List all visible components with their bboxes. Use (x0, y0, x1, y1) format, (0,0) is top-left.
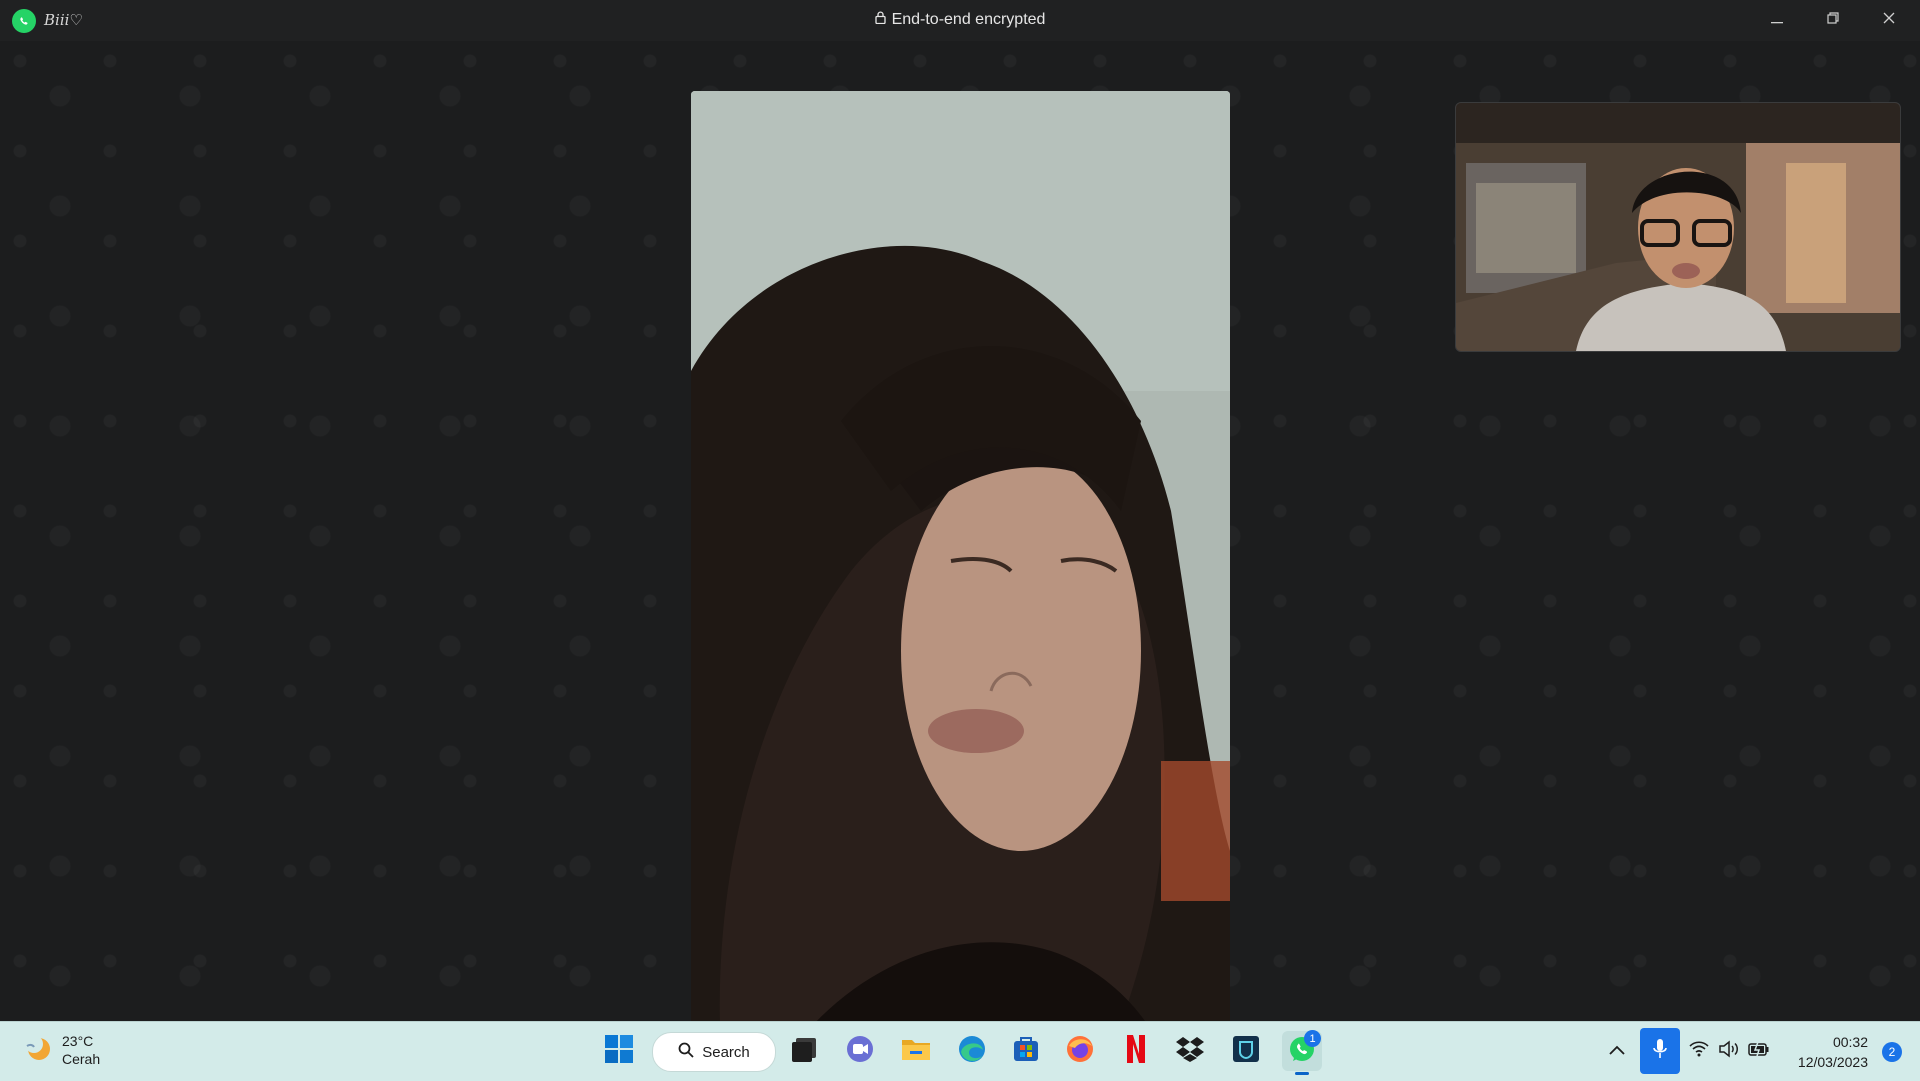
chat-button[interactable] (840, 1031, 880, 1071)
start-button[interactable] (599, 1031, 639, 1071)
battery-button[interactable] (1748, 1022, 1770, 1081)
weather-condition: Cerah (62, 1051, 101, 1067)
windows-start-icon (604, 1034, 634, 1069)
firefox-icon (1065, 1034, 1095, 1069)
restore-button[interactable] (1810, 0, 1856, 40)
remote-video[interactable] (691, 91, 1230, 1051)
microphone-icon (1652, 1037, 1668, 1066)
dropbox-button[interactable] (1170, 1031, 1210, 1071)
speaker-icon (1718, 1040, 1740, 1063)
clock-time: 00:32 (1832, 1034, 1868, 1050)
netflix-button[interactable] (1116, 1031, 1156, 1071)
wifi-icon (1689, 1041, 1709, 1062)
minimize-icon (1771, 11, 1783, 29)
teams-chat-icon (845, 1034, 875, 1069)
weather-moon-icon (24, 1034, 52, 1067)
edge-icon (957, 1034, 987, 1069)
call-stage (0, 41, 1920, 1051)
battery-charging-icon (1748, 1041, 1770, 1062)
whatsapp-unread-badge: 1 (1304, 1030, 1321, 1047)
local-camera-preview (1456, 103, 1900, 351)
clock-date: 12/03/2023 (1797, 1054, 1868, 1070)
task-view-icon (790, 1036, 818, 1067)
edge-button[interactable] (952, 1031, 992, 1071)
network-button[interactable] (1689, 1022, 1709, 1081)
app-button[interactable] (1226, 1031, 1266, 1071)
lock-icon (874, 11, 886, 29)
close-button[interactable] (1866, 0, 1912, 40)
encryption-label: End-to-end encrypted (891, 11, 1046, 28)
search-label: Search (702, 1043, 750, 1061)
minimize-button[interactable] (1754, 0, 1800, 40)
taskbar-search[interactable]: Search (652, 1032, 776, 1072)
weather-temperature: 23°C (62, 1033, 94, 1049)
show-hidden-icons-button[interactable] (1608, 1022, 1626, 1081)
store-button[interactable] (1006, 1031, 1046, 1071)
firefox-button[interactable] (1060, 1031, 1100, 1071)
taskbar: 23°C Cerah Search 1 00:32 12/03/2023 2 (0, 1021, 1920, 1081)
microphone-button[interactable] (1640, 1028, 1680, 1074)
app-icon (1231, 1034, 1261, 1069)
chevron-up-icon (1608, 1043, 1626, 1061)
system-clock[interactable]: 00:32 12/03/2023 (1798, 1032, 1868, 1072)
active-app-indicator (1295, 1072, 1309, 1075)
remote-participant-video (691, 91, 1230, 1051)
restore-icon (1827, 11, 1839, 29)
encryption-status: End-to-end encrypted (0, 11, 1920, 29)
notification-count-badge[interactable]: 2 (1882, 1042, 1902, 1062)
netflix-icon (1125, 1034, 1147, 1069)
title-bar: Biii♡ End-to-end encrypted (0, 0, 1920, 42)
store-icon (1011, 1034, 1041, 1069)
search-icon (678, 1042, 694, 1062)
whatsapp-taskbar-button[interactable]: 1 (1282, 1030, 1322, 1075)
close-icon (1883, 11, 1895, 29)
file-explorer-button[interactable] (896, 1031, 936, 1071)
whatsapp-logo-icon (12, 9, 36, 33)
self-view[interactable] (1455, 102, 1901, 352)
task-view-button[interactable] (784, 1031, 824, 1071)
caller-name: Biii♡ (44, 11, 83, 29)
folder-icon (900, 1035, 932, 1068)
volume-button[interactable] (1718, 1022, 1740, 1081)
dropbox-icon (1174, 1035, 1206, 1068)
weather-widget[interactable]: 23°C Cerah (24, 1032, 100, 1068)
